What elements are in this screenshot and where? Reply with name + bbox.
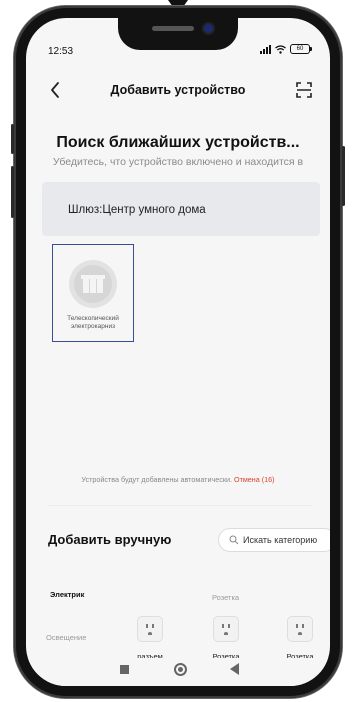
found-device-card[interactable]: Телескопический электрокарниз [52, 244, 134, 342]
device-tile-socket-1[interactable]: разъем [120, 612, 180, 664]
wifi-icon [275, 44, 286, 54]
phone-screen: 12:53 60 Добавить устройство Поиск ближа… [26, 18, 330, 686]
status-bar: 12:53 60 [26, 18, 330, 64]
page-title: Добавить устройство [110, 83, 246, 97]
gateway-label: Шлюз:Центр умного дома [68, 204, 206, 216]
back-triangle-icon[interactable] [230, 663, 239, 675]
auto-add-text: Устройства будут добавлены автоматически… [81, 475, 232, 484]
auto-add-note: Устройства будут добавлены автоматически… [26, 475, 330, 484]
socket-icon [137, 616, 163, 642]
category-search-placeholder: Искать категорию [243, 535, 318, 545]
notch [118, 18, 238, 50]
volume-up-button [11, 124, 14, 154]
search-icon [229, 535, 239, 545]
curtain-motor-icon [69, 260, 117, 308]
status-icons: 60 [260, 44, 312, 54]
socket-icon [213, 616, 239, 642]
gateway-box[interactable]: Шлюз:Центр умного дома [42, 182, 320, 236]
phone-frame: 12:53 60 Добавить устройство Поиск ближа… [11, 6, 345, 698]
recent-apps-icon[interactable] [120, 665, 129, 674]
app-header: Добавить устройство [26, 70, 330, 110]
cancel-link[interactable]: Отмена (16) [234, 475, 275, 484]
device-group-title: Розетка [212, 593, 240, 602]
found-device-label: Телескопический электрокарниз [67, 315, 119, 330]
category-search-box[interactable]: Искать категорию [218, 528, 330, 552]
system-nav-bar [26, 658, 330, 686]
signal-icon [260, 44, 271, 54]
volume-down-button [11, 166, 14, 218]
home-icon[interactable] [174, 663, 187, 676]
category-electric[interactable]: Электрик [50, 590, 84, 599]
device-tile-socket-2[interactable]: Розетка [196, 612, 256, 664]
manual-add-title: Добавить вручную [48, 532, 172, 547]
category-lighting[interactable]: Освещение [46, 633, 86, 642]
battery-icon: 60 [290, 44, 312, 54]
search-subtitle: Убедитесь, что устройство включено и нах… [52, 156, 304, 168]
divider [48, 505, 312, 506]
speaker-grille [152, 26, 194, 31]
scan-icon[interactable] [292, 78, 316, 102]
front-camera [204, 24, 213, 33]
device-tile-socket-3[interactable]: Розетка [270, 612, 330, 664]
power-button [342, 146, 345, 206]
search-title: Поиск ближайших устройств... [56, 134, 300, 151]
status-time: 12:53 [48, 46, 74, 57]
socket-icon [287, 616, 313, 642]
